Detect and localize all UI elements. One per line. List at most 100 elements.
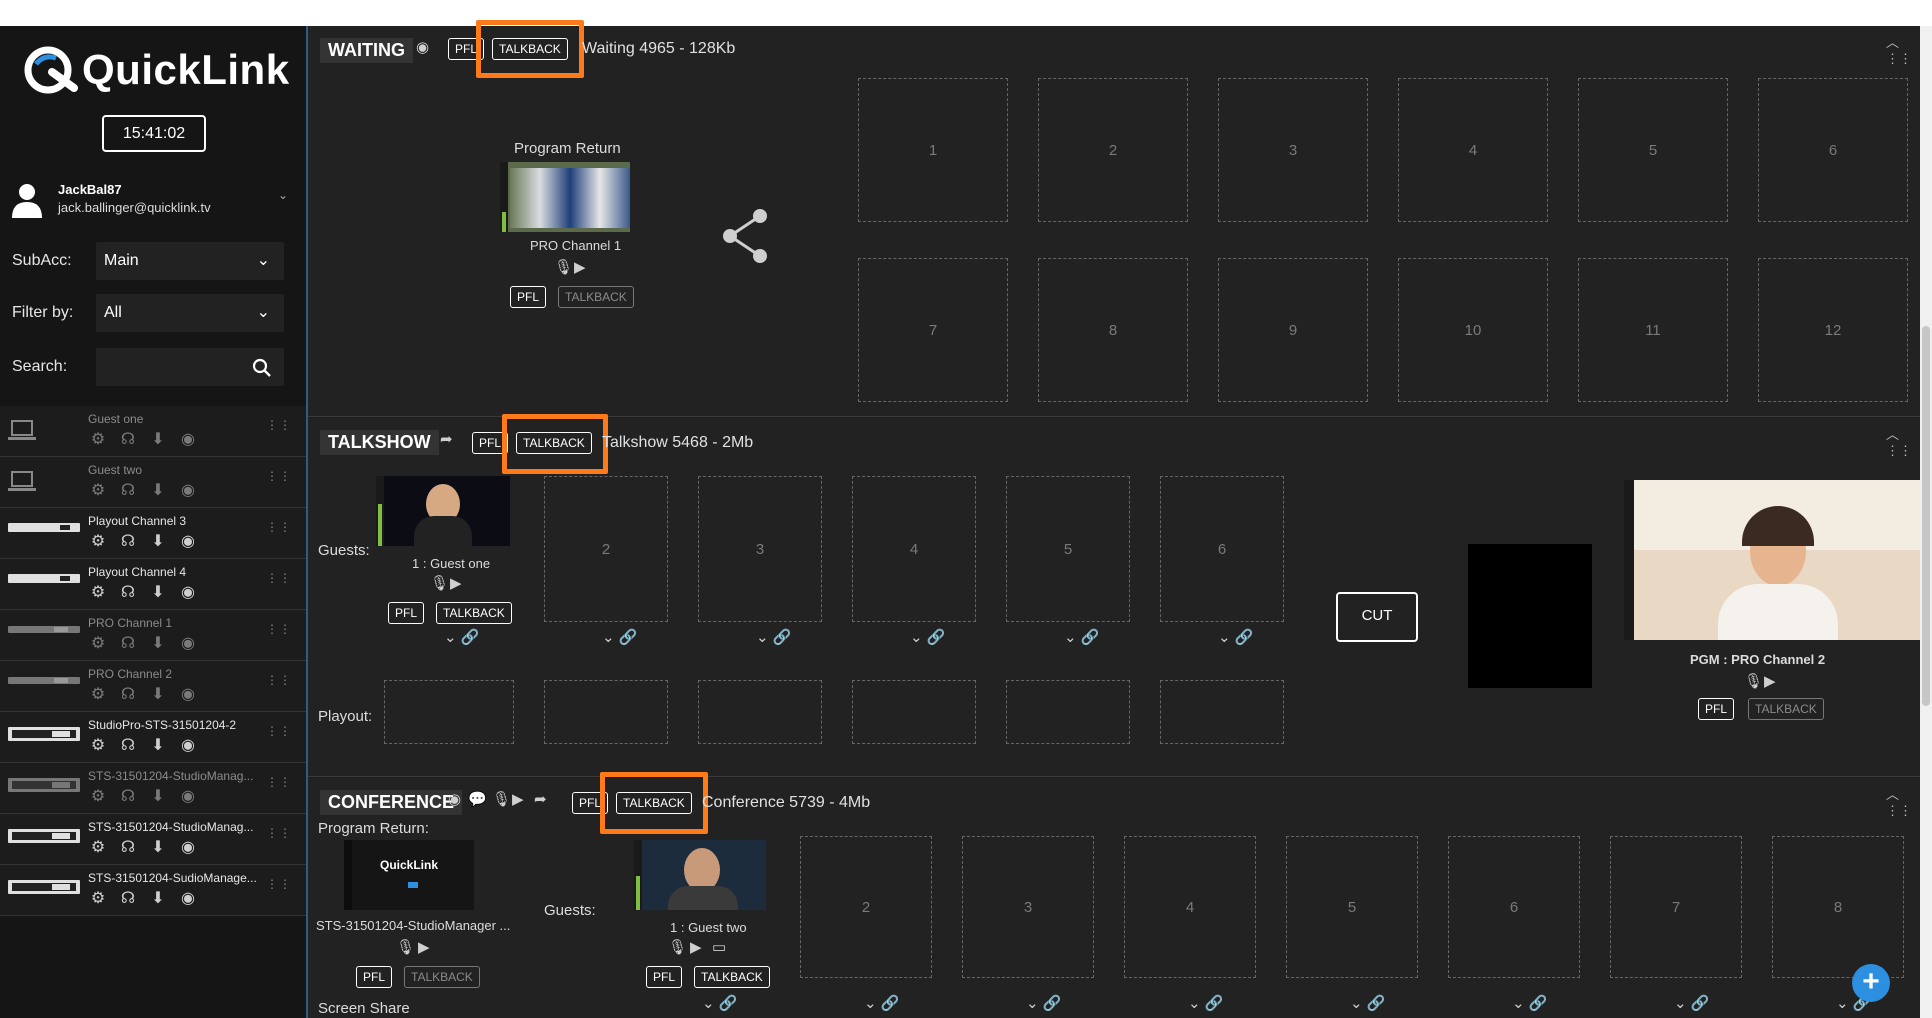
- chevron-down-icon[interactable]: ⌄ 🔗: [1188, 994, 1223, 1012]
- list-item[interactable]: Guest two ⚙ ☊ ⬇ ◉ ⋮⋮: [0, 457, 306, 508]
- chat-icon[interactable]: 💬: [468, 790, 487, 808]
- guest-slot[interactable]: 5: [1286, 836, 1418, 978]
- eye-icon[interactable]: ◉: [178, 685, 198, 705]
- camera-icon[interactable]: ▶: [574, 258, 586, 276]
- talkback-button[interactable]: TALKBACK: [1748, 698, 1824, 720]
- eye-icon[interactable]: ◉: [178, 634, 198, 654]
- mic-icon[interactable]: 🎙: [430, 574, 449, 592]
- headphones-icon[interactable]: ☊: [118, 787, 138, 807]
- playout-slot[interactable]: [384, 680, 514, 744]
- search-icon[interactable]: [252, 358, 272, 378]
- pfl-button[interactable]: PFL: [1698, 698, 1735, 720]
- guest-slot[interactable]: 8: [1772, 836, 1904, 978]
- list-item[interactable]: Guest one ⚙ ☊ ⬇ ◉ ⋮⋮: [0, 406, 306, 457]
- drag-handle-icon[interactable]: ⋮⋮: [266, 418, 292, 432]
- pfl-button[interactable]: PFL: [510, 286, 547, 308]
- list-item[interactable]: Playout Channel 4 ⚙ ☊ ⬇ ◉ ⋮⋮: [0, 559, 306, 610]
- chevron-down-icon[interactable]: ⌄ 🔗: [756, 628, 791, 646]
- cut-button[interactable]: CUT: [1336, 592, 1418, 642]
- waiting-slot[interactable]: 5: [1578, 78, 1728, 222]
- download-icon[interactable]: ⬇: [148, 838, 168, 858]
- drag-handle-icon[interactable]: ⋮⋮: [266, 775, 292, 789]
- guest-slot[interactable]: 2: [800, 836, 932, 978]
- waiting-slot[interactable]: 10: [1398, 258, 1548, 402]
- guest-slot[interactable]: 3: [962, 836, 1094, 978]
- chevron-down-icon[interactable]: ⌄ 🔗: [444, 628, 479, 646]
- waiting-slot[interactable]: 12: [1758, 258, 1908, 402]
- download-icon[interactable]: ⬇: [148, 583, 168, 603]
- pgm-video[interactable]: [1624, 480, 1922, 640]
- chevron-down-icon[interactable]: ⌄ 🔗: [1674, 994, 1709, 1012]
- waiting-slot[interactable]: 4: [1398, 78, 1548, 222]
- playout-slot[interactable]: [698, 680, 822, 744]
- guest-slot[interactable]: 7: [1610, 836, 1742, 978]
- mic-icon[interactable]: 🎙: [396, 938, 415, 956]
- headphones-icon[interactable]: ☊: [118, 481, 138, 501]
- waiting-slot[interactable]: 3: [1218, 78, 1368, 222]
- chevron-down-icon[interactable]: ⌄ 🔗: [910, 628, 945, 646]
- guest-slot[interactable]: 6: [1448, 836, 1580, 978]
- chevron-down-icon[interactable]: ⌄ 🔗: [864, 994, 899, 1012]
- waiting-slot[interactable]: 6: [1758, 78, 1908, 222]
- gear-icon[interactable]: ⚙: [88, 430, 108, 450]
- program-return-video[interactable]: QuickLink: [344, 840, 474, 910]
- download-icon[interactable]: ⬇: [148, 889, 168, 909]
- guest-video[interactable]: [376, 476, 510, 546]
- drag-handle-icon[interactable]: ⋮⋮: [266, 520, 292, 534]
- headphones-icon[interactable]: ☊: [118, 838, 138, 858]
- playout-slot[interactable]: [544, 680, 668, 744]
- camera-icon[interactable]: ▶: [1764, 672, 1776, 690]
- download-icon[interactable]: ⬇: [148, 634, 168, 654]
- eye-icon[interactable]: ◉: [178, 889, 198, 909]
- camera-icon[interactable]: ▶: [512, 790, 524, 808]
- mic-icon[interactable]: 🎙: [492, 790, 511, 808]
- guest-slot[interactable]: 5: [1006, 476, 1130, 622]
- waiting-slot[interactable]: 2: [1038, 78, 1188, 222]
- gear-icon[interactable]: ⚙: [88, 481, 108, 501]
- chevron-down-icon[interactable]: ⌄ 🔗: [1064, 628, 1099, 646]
- pfl-button[interactable]: PFL: [356, 966, 393, 988]
- scrollbar[interactable]: [1920, 26, 1932, 1018]
- gear-icon[interactable]: ⚙: [88, 889, 108, 909]
- list-item[interactable]: PRO Channel 2 ⚙ ☊ ⬇ ◉ ⋮⋮: [0, 661, 306, 712]
- headphones-icon[interactable]: ☊: [118, 634, 138, 654]
- chevron-down-icon[interactable]: ⌄ 🔗: [702, 994, 737, 1012]
- drag-handle-icon[interactable]: ⋮⋮: [266, 571, 292, 585]
- chevron-down-icon[interactable]: ⌄ 🔗: [1218, 628, 1253, 646]
- download-icon[interactable]: ⬇: [148, 532, 168, 552]
- download-icon[interactable]: ⬇: [148, 685, 168, 705]
- eye-icon[interactable]: ◉: [178, 481, 198, 501]
- guest-slot[interactable]: 3: [698, 476, 822, 622]
- mic-icon[interactable]: 🎙: [1744, 672, 1763, 690]
- eye-icon[interactable]: ◉: [178, 532, 198, 552]
- drag-handle-icon[interactable]: ⋮⋮: [266, 622, 292, 636]
- chevron-down-icon[interactable]: ⌄: [278, 188, 288, 202]
- drag-handle-icon[interactable]: ⋮⋮: [266, 877, 292, 891]
- filter-select[interactable]: All ⌄: [96, 294, 284, 332]
- headphones-icon[interactable]: ☊: [118, 430, 138, 450]
- user-profile[interactable]: JackBal87 jack.ballinger@quicklink.tv ⌄: [10, 178, 300, 224]
- chevron-down-icon[interactable]: ⌄ 🔗: [1350, 994, 1385, 1012]
- list-item[interactable]: STS-31501204-StudioManag... ⚙ ☊ ⬇ ◉ ⋮⋮: [0, 814, 306, 865]
- headphones-icon[interactable]: ☊: [118, 583, 138, 603]
- camera-icon[interactable]: ▶: [418, 938, 430, 956]
- headphones-icon[interactable]: ☊: [118, 736, 138, 756]
- mic-icon[interactable]: 🎙: [554, 258, 573, 276]
- list-item[interactable]: STS-31501204-SudioManage... ⚙ ☊ ⬇ ◉ ⋮⋮: [0, 865, 306, 916]
- collapse-icon[interactable]: ︿ ⋮⋮: [1886, 32, 1912, 67]
- eye-icon[interactable]: ◉: [178, 787, 198, 807]
- preview-monitor[interactable]: [1468, 544, 1592, 688]
- eye-icon[interactable]: ◉: [416, 38, 429, 56]
- download-icon[interactable]: ⬇: [148, 430, 168, 450]
- exit-icon[interactable]: ➦: [534, 790, 547, 808]
- gear-icon[interactable]: ⚙: [88, 583, 108, 603]
- drag-handle-icon[interactable]: ⋮⋮: [266, 724, 292, 738]
- playout-slot[interactable]: [852, 680, 976, 744]
- eye-icon[interactable]: ◉: [178, 583, 198, 603]
- exit-icon[interactable]: ➦: [440, 430, 453, 448]
- guest-slot[interactable]: 6: [1160, 476, 1284, 622]
- eye-icon[interactable]: ◉: [448, 790, 461, 808]
- download-icon[interactable]: ⬇: [148, 481, 168, 501]
- waiting-slot[interactable]: 7: [858, 258, 1008, 402]
- eye-icon[interactable]: ◉: [178, 838, 198, 858]
